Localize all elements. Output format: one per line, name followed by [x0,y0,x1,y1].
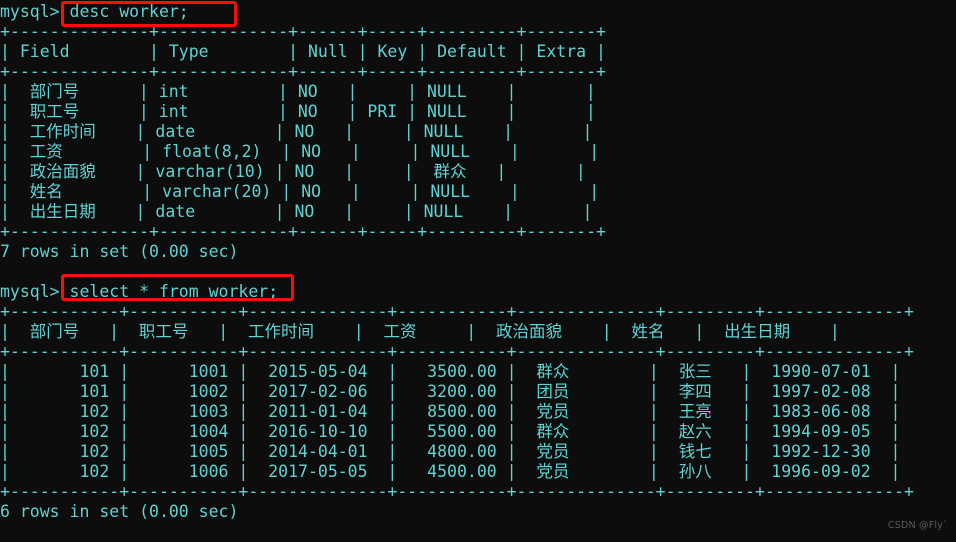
terminal-output: mysql> desc worker; +--------------+----… [0,2,914,521]
mysql-terminal[interactable]: mysql> desc worker; +--------------+----… [0,0,956,542]
csdn-watermark: CSDN @Fly` [887,520,948,531]
